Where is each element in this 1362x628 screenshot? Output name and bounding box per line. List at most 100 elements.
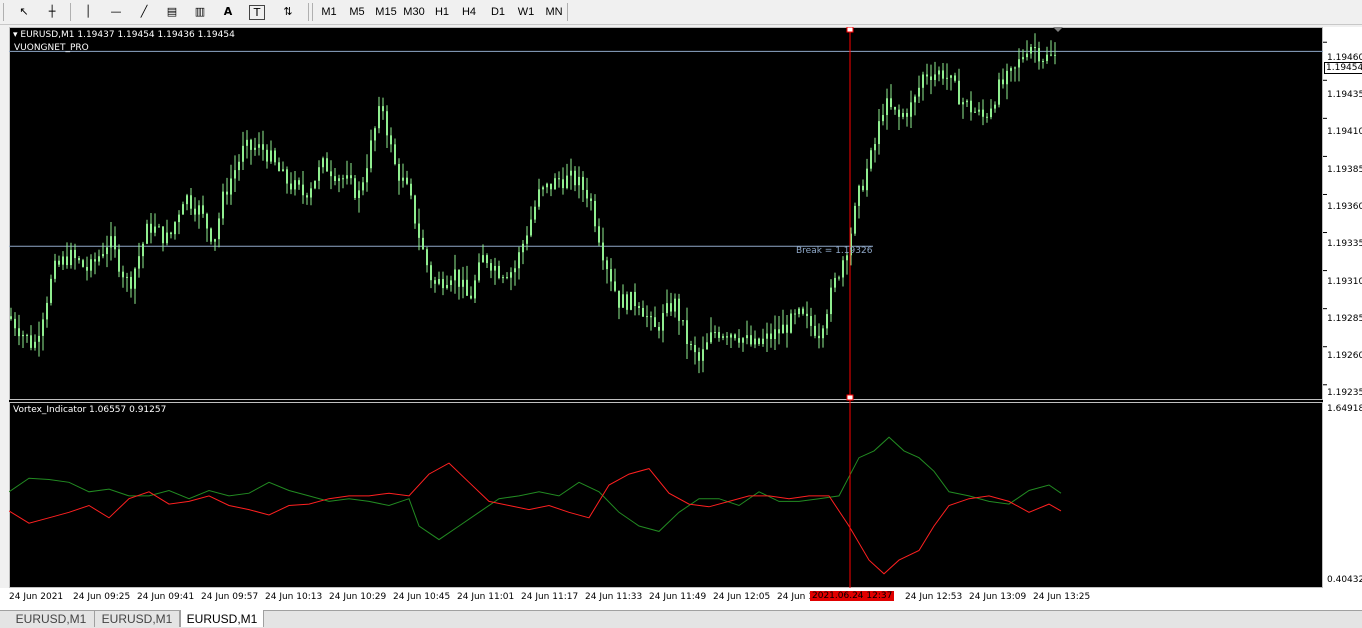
candle-body — [130, 276, 132, 289]
candle-body — [266, 149, 268, 162]
timeframe-m15-button[interactable]: M15 — [372, 3, 400, 21]
timeframe-d1-button[interactable]: D1 — [485, 3, 511, 21]
timeframe-h1-button[interactable]: H1 — [430, 3, 454, 21]
candle-body — [686, 320, 688, 345]
time-tick: 24 Jun 13:25 — [1033, 592, 1091, 602]
candle-body — [210, 228, 212, 242]
break-label: Break = 1.19326 — [796, 246, 873, 256]
candle-body — [998, 79, 1000, 105]
symbol-quote: EURUSD,M1 1.19437 1.19454 1.19436 1.1945… — [20, 30, 235, 40]
chart-canvas[interactable] — [9, 27, 1323, 588]
candle-body — [206, 213, 208, 229]
candle-body — [926, 74, 928, 77]
candle-body — [502, 277, 504, 279]
chart-tab[interactable]: EURUSD,M1 — [8, 611, 95, 627]
timeframe-h4-button[interactable]: H4 — [456, 3, 482, 21]
candle-body — [1002, 79, 1004, 85]
candle-body — [394, 144, 396, 165]
candle-body — [878, 121, 880, 145]
candle-body — [542, 187, 544, 190]
cursor-icon[interactable]: ↖ — [12, 2, 36, 21]
candle-body — [770, 333, 772, 340]
timeframe-m30-button[interactable]: M30 — [400, 3, 428, 21]
text-label-icon[interactable]: T — [249, 5, 265, 20]
candle-body — [638, 306, 640, 308]
candle-body — [798, 308, 800, 315]
candle-body — [90, 259, 92, 271]
candle-body — [586, 189, 588, 199]
crosshair-icon[interactable]: ┼ — [40, 2, 64, 21]
time-tick: 24 Jun 2021 — [9, 592, 64, 602]
candle-body — [978, 109, 980, 112]
horizontal-line-icon[interactable]: — — [104, 2, 128, 21]
candle-body — [946, 77, 948, 79]
chart-window[interactable]: ▾ EURUSD,M1 1.19437 1.19454 1.19436 1.19… — [9, 27, 1323, 588]
candle-body — [446, 284, 448, 289]
candle-body — [286, 169, 288, 184]
equidistant-channel-icon[interactable]: ▤ — [160, 2, 184, 21]
candle-body — [754, 338, 756, 345]
candle-body — [270, 150, 272, 162]
price-axis[interactable]: 1.19460 1.19435 1.19410 1.19385 1.19360 … — [1323, 27, 1362, 588]
candle-body — [326, 158, 328, 172]
candle-body — [290, 183, 292, 190]
timeframe-m5-button[interactable]: M5 — [344, 3, 370, 21]
candle-body — [162, 226, 164, 244]
candle-body — [554, 178, 556, 190]
candle-body — [634, 291, 636, 307]
chart-tab[interactable]: EURUSD,M1 — [95, 611, 180, 627]
vertical-line-icon[interactable]: │ — [76, 2, 100, 21]
candle-body — [174, 222, 176, 235]
candle-body — [838, 277, 840, 279]
candle-body — [1034, 46, 1036, 49]
candle-body — [342, 178, 344, 180]
candle-body — [722, 336, 724, 338]
vi-minus-line — [9, 462, 1062, 575]
candle-body — [122, 271, 124, 278]
price-tick: 1.19260 — [1327, 351, 1362, 361]
candle-body — [258, 144, 260, 148]
candle-body — [718, 332, 720, 338]
candle-body — [842, 260, 844, 278]
cursor-handle-top — [846, 27, 854, 33]
text-icon[interactable]: A — [216, 2, 240, 21]
candle-body — [970, 100, 972, 113]
arrows-icon[interactable]: ⇅ — [274, 2, 302, 21]
candle-body — [774, 329, 776, 340]
fibonacci-icon[interactable]: ▥ — [188, 2, 212, 21]
candle-body — [194, 208, 196, 215]
candle-body — [46, 302, 48, 320]
candle-body — [402, 177, 404, 181]
timeframe-mn-button[interactable]: MN — [541, 3, 567, 21]
candle-body — [58, 260, 60, 265]
candle-body — [282, 169, 284, 172]
candle-body — [534, 206, 536, 220]
trendline-icon[interactable]: ╱ — [132, 2, 156, 21]
candle-body — [390, 135, 392, 145]
candle-body — [814, 325, 816, 336]
candle-body — [74, 249, 76, 259]
timeframe-m1-button[interactable]: M1 — [317, 3, 341, 21]
candle-body — [606, 260, 608, 270]
candle-body — [254, 147, 256, 150]
candle-body — [310, 188, 312, 198]
candle-body — [1026, 53, 1028, 58]
candle-body — [274, 150, 276, 163]
candle-body — [222, 191, 224, 219]
candle-body — [530, 219, 532, 236]
timeframe-w1-button[interactable]: W1 — [513, 3, 539, 21]
candle-body — [70, 249, 72, 266]
candle-body — [214, 239, 216, 242]
chart-tab-active[interactable]: EURUSD,M1 — [180, 610, 264, 627]
time-tick: 24 Jun 11:33 — [585, 592, 643, 602]
indicator-label: Vortex_Indicator 1.06557 0.91257 — [13, 405, 167, 415]
candle-body — [522, 243, 524, 253]
candle-body — [166, 232, 168, 244]
time-axis[interactable]: 24 Jun 2021 24 Jun 09:25 24 Jun 09:41 24… — [0, 588, 1362, 610]
candle-body — [66, 256, 68, 266]
candle-body — [262, 144, 264, 150]
candle-body — [1042, 61, 1044, 63]
candle-body — [622, 294, 624, 308]
candle-body — [230, 178, 232, 195]
candle-body — [882, 115, 884, 122]
